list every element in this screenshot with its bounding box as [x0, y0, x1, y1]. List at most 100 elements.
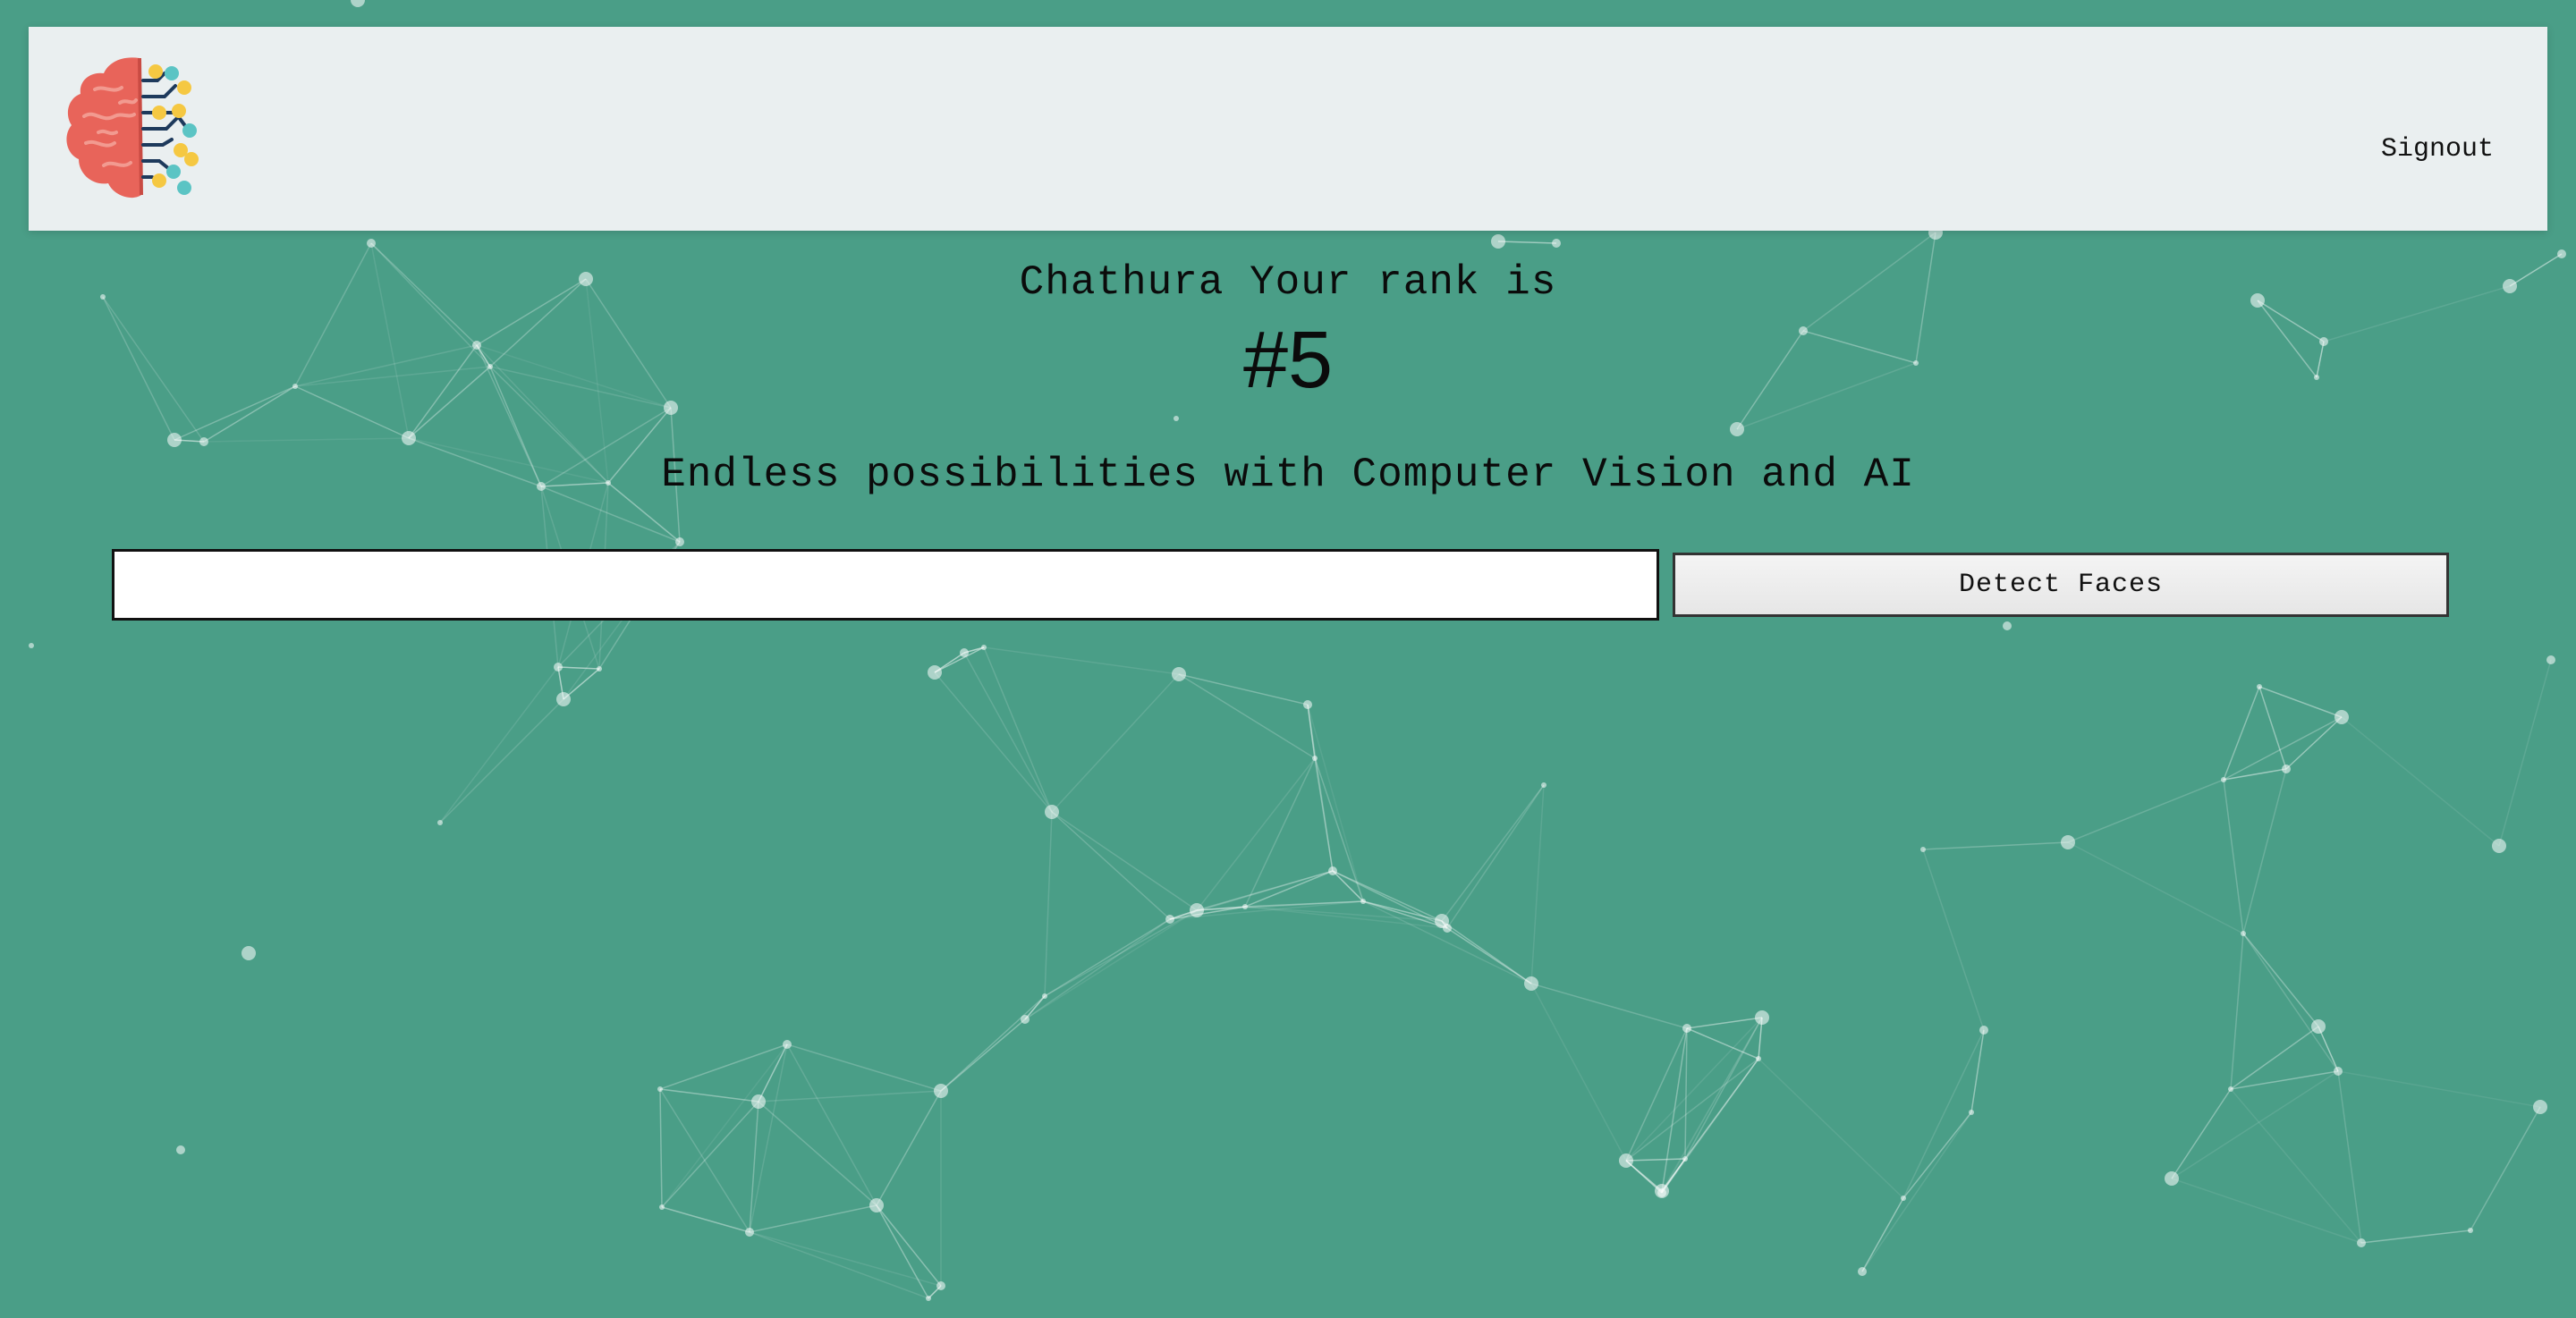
particle-node: [1619, 1153, 1633, 1168]
particle-node: [556, 692, 571, 706]
particle-link: [940, 995, 1046, 1092]
tagline-text: Endless possibilities with Computer Visi…: [661, 452, 1915, 498]
particle-link: [1497, 241, 1557, 244]
particle-link: [1625, 1027, 1688, 1162]
particle-link: [983, 646, 1053, 813]
particle-node: [1443, 924, 1452, 933]
particle-link: [2171, 1088, 2232, 1179]
particle-node: [176, 1145, 185, 1154]
image-url-input[interactable]: [112, 549, 1659, 621]
particle-link: [2223, 779, 2244, 934]
particle-node: [1360, 899, 1366, 904]
particle-node: [29, 643, 34, 648]
particle-node: [1165, 915, 1174, 924]
particle-link: [659, 1088, 759, 1103]
particle-node: [926, 1296, 931, 1301]
particle-node: [981, 645, 987, 650]
particle-link: [749, 1231, 942, 1287]
particle-node: [597, 666, 602, 672]
particle-node: [1901, 1195, 1906, 1201]
particle-link: [1244, 757, 1316, 908]
particle-link: [1661, 1017, 1763, 1194]
detect-faces-button[interactable]: Detect Faces: [1673, 553, 2449, 617]
particle-node: [1858, 1267, 1867, 1276]
particle-link: [2258, 686, 2343, 718]
particle-link: [1024, 909, 1198, 1020]
particle-link: [1051, 811, 1171, 920]
particle-link: [1446, 927, 1532, 984]
particle-link: [1922, 841, 2069, 850]
particle-node: [1920, 847, 1926, 852]
particle-node: [1979, 1026, 1988, 1035]
particle-link: [1441, 784, 1545, 922]
particle-link: [203, 437, 410, 443]
particle-link: [2242, 933, 2339, 1072]
particle-link: [1661, 1058, 1759, 1194]
particle-node: [2165, 1171, 2179, 1186]
particle-link: [659, 1088, 663, 1208]
particle-link: [2470, 1106, 2541, 1231]
particle-link: [1314, 757, 1364, 902]
particle-node: [1190, 903, 1204, 917]
particle-link: [439, 698, 564, 824]
signout-link[interactable]: Signout: [2381, 134, 2494, 165]
particle-node: [1328, 866, 1337, 875]
particle-link: [1625, 1017, 1763, 1162]
particle-node: [1174, 416, 1179, 421]
particle-node: [659, 1204, 665, 1210]
particle-node: [2492, 839, 2506, 853]
particle-link: [934, 672, 1053, 813]
particle-node: [1172, 667, 1186, 681]
particle-node: [1682, 1156, 1688, 1162]
particle-node: [1657, 1188, 1666, 1197]
particle-link: [439, 666, 559, 824]
particle-node: [2228, 1086, 2233, 1092]
particle-link: [2242, 768, 2287, 934]
particle-node: [2282, 765, 2291, 773]
particle-link: [758, 1101, 877, 1206]
particle-node: [2334, 710, 2349, 724]
particle-link: [2230, 1088, 2362, 1244]
particle-link: [983, 646, 1180, 675]
particle-link: [786, 1043, 942, 1092]
particle-node: [2533, 1100, 2547, 1114]
particle-link: [1051, 811, 1198, 911]
particle-link: [557, 666, 600, 670]
particle-node: [934, 1084, 948, 1098]
particle-node: [1242, 904, 1248, 909]
particle-link: [2230, 933, 2244, 1090]
particle-link: [661, 1101, 759, 1208]
particle-link: [1314, 757, 1334, 872]
particle-link: [1044, 918, 1171, 997]
particle-node: [1021, 1015, 1030, 1024]
particle-link: [2337, 1070, 2541, 1108]
particle-node: [199, 437, 208, 446]
particle-link: [1530, 983, 1688, 1029]
particle-node: [936, 1281, 945, 1290]
particle-link: [2360, 1229, 2471, 1244]
particle-node: [167, 433, 182, 447]
particle-link: [2223, 686, 2260, 781]
particle-node: [1969, 1110, 1974, 1115]
particle-link: [1902, 1111, 1972, 1199]
particle-node: [783, 1040, 792, 1049]
particle-node: [1042, 993, 1047, 999]
particle-link: [1684, 1027, 1688, 1160]
particle-link: [1178, 673, 1309, 705]
particle-link: [2341, 716, 2500, 847]
user-rank-label: Chathura Your rank is: [1019, 259, 1557, 306]
particle-link: [1044, 811, 1053, 997]
particle-link: [934, 646, 985, 673]
particle-node: [1682, 1024, 1691, 1033]
particle-link: [1686, 1017, 1763, 1029]
particle-link: [2337, 1070, 2362, 1244]
particle-link: [749, 1043, 788, 1233]
particle-node: [2468, 1228, 2473, 1233]
particle-node: [351, 0, 365, 7]
particle-node: [2334, 1067, 2343, 1076]
particle-link: [1758, 1058, 1904, 1199]
particle-link: [786, 1043, 877, 1206]
brain-circuit-logo-icon: [66, 57, 199, 199]
particle-node: [2003, 621, 2012, 630]
particle-node: [1755, 1010, 1769, 1025]
